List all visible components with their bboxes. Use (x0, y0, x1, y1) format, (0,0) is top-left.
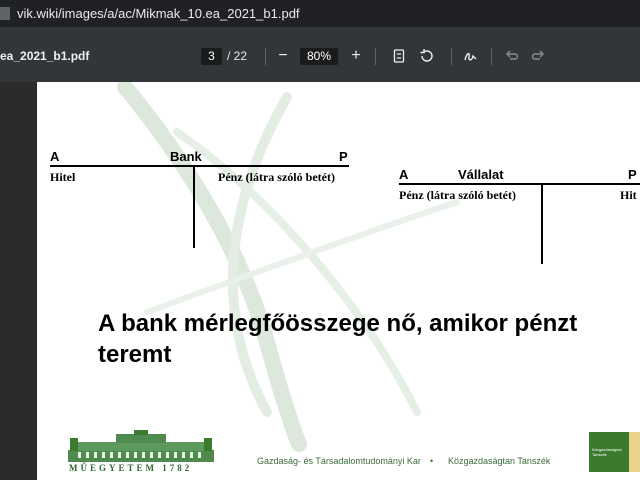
company-account-top-line (399, 183, 640, 185)
pdf-page: A Bank P Hitel Pénz (látra szóló betét) … (37, 82, 640, 480)
company-assets-label: A (399, 167, 409, 182)
pdf-filename: ea_2021_b1.pdf (0, 49, 90, 63)
pdf-toolbar: ea_2021_b1.pdf 3 / 22 − 80% + (0, 27, 640, 82)
redo-button[interactable] (528, 44, 550, 68)
bank-assets-label: A (50, 149, 60, 164)
bank-credit-entry: Pénz (látra szóló betét) (218, 170, 335, 184)
department-logo-strip (629, 432, 640, 472)
undo-button[interactable] (500, 44, 522, 68)
watermark-graphic (117, 82, 460, 452)
fit-page-icon (393, 49, 405, 63)
footer-department: Közgazdaságtan Tanszék (448, 456, 551, 466)
page-number-input[interactable]: 3 (201, 48, 222, 65)
zoom-out-button[interactable]: − (272, 44, 294, 68)
toolbar-divider (375, 48, 376, 65)
department-logo-text: Közgazdaságtan Tanszék (592, 447, 622, 457)
zoom-in-button[interactable]: + (345, 44, 367, 68)
redo-icon (532, 50, 544, 60)
university-building-logo (68, 430, 214, 462)
page-total: / 22 (227, 49, 248, 63)
department-logo: Közgazdaságtan Tanszék (589, 432, 629, 472)
toolbar-divider (491, 48, 492, 65)
university-logo-caption: MŰEGYETEM 1782 (69, 463, 193, 473)
zoom-level-input[interactable]: 80% (300, 48, 338, 65)
rotate-button[interactable] (416, 44, 438, 68)
bank-account-top-line (50, 165, 349, 167)
footer-separator: • (430, 456, 434, 466)
slide-headline-line-2: teremt (98, 341, 172, 368)
toolbar-divider (451, 48, 452, 65)
undo-icon (506, 50, 518, 60)
bank-liabilities-label: P (339, 149, 348, 164)
page-info-icon[interactable] (0, 7, 10, 20)
toolbar-divider (265, 48, 266, 65)
slide-headline-line-1: A bank mérlegfőösszege nő, amikor pénzt (98, 310, 578, 337)
company-debit-entry: Pénz (látra szóló betét) (399, 188, 516, 202)
minus-icon: − (278, 47, 288, 64)
company-liabilities-label: P (628, 167, 637, 182)
company-credit-entry: Hit (620, 188, 637, 202)
viewer-gutter (0, 82, 37, 480)
rotate-icon (420, 49, 433, 62)
fit-to-page-button[interactable] (388, 44, 410, 68)
bank-account-title: Bank (170, 149, 202, 164)
draw-icon (464, 52, 477, 61)
address-bar[interactable]: vik.wiki/images/a/ac/Mikmak_10.ea_2021_b… (0, 0, 640, 27)
bank-debit-entry: Hitel (50, 170, 76, 184)
slide-headline: A bank mérlegfőösszege nő, amikor pénzt … (98, 308, 638, 370)
url-text[interactable]: vik.wiki/images/a/ac/Mikmak_10.ea_2021_b… (17, 0, 300, 27)
plus-icon: + (351, 47, 361, 64)
company-account-divider (541, 184, 543, 264)
footer-faculty: Gazdaság- és Társadalomtudományi Kar (257, 456, 421, 466)
bank-account-divider (193, 166, 195, 248)
company-account-title: Vállalat (458, 167, 504, 182)
annotate-button[interactable] (460, 44, 482, 68)
